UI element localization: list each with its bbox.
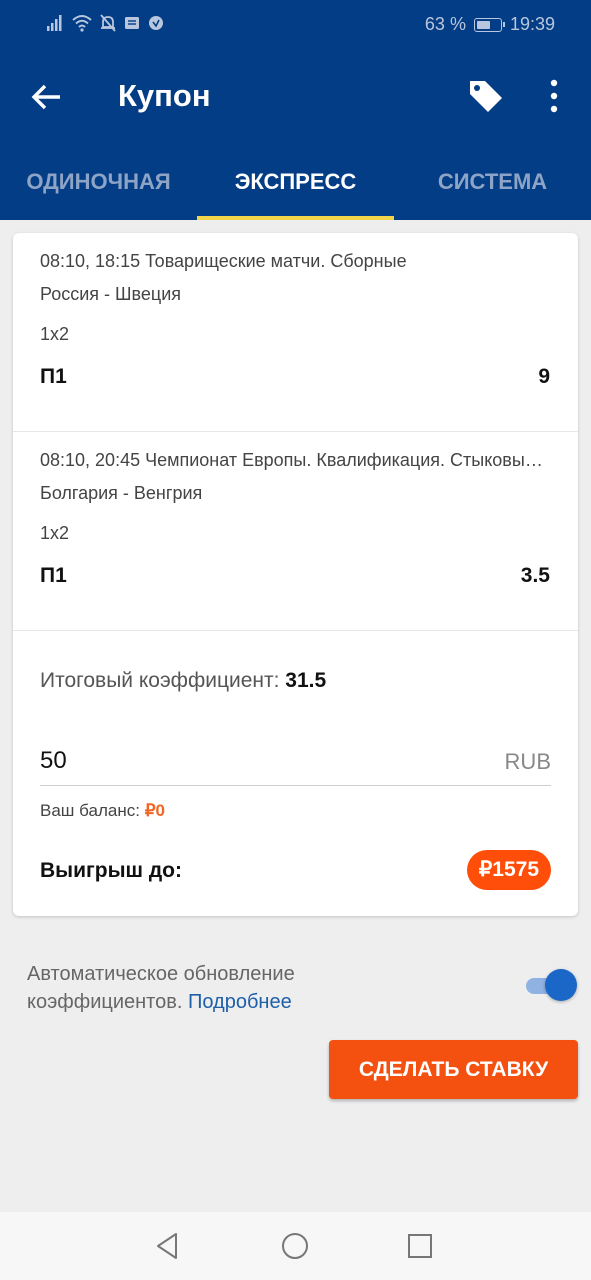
more-vertical-icon[interactable]: [544, 78, 564, 114]
vpn-shield-icon: [149, 16, 163, 30]
coupon-card: 08:10, 18:15 Товарищеские матчи. Сборные…: [13, 233, 578, 916]
balance-label: Ваш баланс:: [40, 801, 140, 820]
system-nav-bar: [0, 1212, 591, 1280]
nav-home-icon[interactable]: [279, 1230, 311, 1262]
stake-value[interactable]: 50: [40, 747, 67, 775]
stake-currency: RUB: [504, 749, 551, 774]
total-odds-label: Итоговый коэффициент:: [40, 669, 280, 692]
bet-market: 1x2: [40, 523, 70, 543]
potential-win-badge: ₽1575: [466, 850, 551, 890]
battery-icon: [473, 17, 505, 32]
status-icons: [46, 14, 164, 32]
status-right: 63 % 19:39: [425, 14, 555, 35]
page-title: Купон: [118, 78, 211, 113]
balance: Ваш баланс: ₽0: [40, 801, 165, 821]
clock: 19:39: [509, 14, 555, 34]
bet-teams: Россия - Швеция: [40, 284, 182, 304]
bet-event: 08:10, 18:15 Товарищеские матчи. Сборные: [40, 251, 407, 271]
balance-value: ₽0: [144, 801, 165, 820]
wifi-icon: [72, 15, 92, 32]
tab-single[interactable]: ОДИНОЧНАЯ: [0, 146, 197, 220]
tab-system[interactable]: СИСТЕМА: [394, 146, 591, 220]
message-icon: [125, 17, 139, 29]
bet-teams: Болгария - Венгрия: [40, 483, 203, 503]
bet-item[interactable]: 08:10, 18:15 Товарищеские матчи. Сборные…: [13, 233, 578, 432]
signal-icon: [47, 15, 62, 31]
status-bar: 63 % 19:39: [0, 0, 591, 50]
auto-update-text: Автоматическое обновление коэффициентов.…: [27, 960, 407, 1016]
place-bet-button[interactable]: СДЕЛАТЬ СТАВКУ: [329, 1040, 578, 1099]
auto-update-toggle[interactable]: [524, 968, 577, 1002]
bet-odds: 3.5: [520, 564, 550, 587]
tag-icon[interactable]: [466, 76, 506, 116]
app-bar: 63 % 19:39 Купон ОДИНОЧНАЯ ЭКСПРЕСС СИСТ…: [0, 0, 591, 220]
toggle-knob: [545, 969, 577, 1001]
bet-item[interactable]: 08:10, 20:45 Чемпионат Европы. Квалифика…: [13, 432, 578, 631]
bet-outcome: П1: [40, 564, 67, 587]
arrow-left-icon[interactable]: [30, 80, 64, 114]
bet-outcome: П1: [40, 365, 67, 388]
bet-type-tabs: ОДИНОЧНАЯ ЭКСПРЕСС СИСТЕМА: [0, 146, 591, 220]
toolbar: Купон: [0, 50, 591, 146]
nav-back-icon[interactable]: [152, 1230, 184, 1262]
stake-input[interactable]: 50 RUB: [40, 741, 551, 786]
total-odds-value: 31.5: [285, 669, 327, 692]
tab-express[interactable]: ЭКСПРЕСС: [197, 146, 394, 220]
potential-win-label: Выигрыш до:: [40, 859, 183, 882]
notifications-off-icon: [100, 14, 116, 32]
total-odds: Итоговый коэффициент: 31.5: [40, 669, 326, 693]
battery-fill: [476, 20, 491, 29]
nav-recents-icon[interactable]: [404, 1230, 436, 1262]
details-link[interactable]: Подробнее: [188, 991, 292, 1013]
bet-odds: 9: [538, 365, 550, 388]
battery-percent: 63 %: [424, 14, 466, 34]
bet-market: 1x2: [40, 324, 70, 344]
bet-event: 08:10, 20:45 Чемпионат Европы. Квалифика…: [40, 450, 550, 470]
